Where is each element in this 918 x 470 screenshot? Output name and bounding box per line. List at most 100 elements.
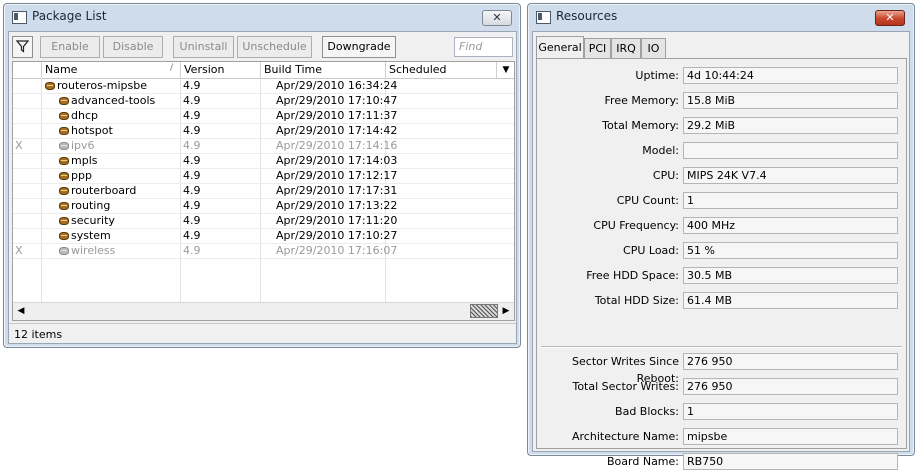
table-row[interactable]: Xipv6 4.9 Apr/29/2010 17:14:16 [13, 138, 514, 154]
build-time-cell: Apr/29/2010 17:17:31 [276, 184, 398, 197]
bad-blocks-field[interactable]: 1 [683, 403, 898, 420]
version-cell: 4.9 [183, 94, 201, 107]
resources-titlebar[interactable]: Resources ✕ [528, 4, 914, 30]
funnel-icon [16, 40, 29, 53]
general-panel: Uptime: 4d 10:44:24 Free Memory: 15.8 MiB To… [536, 58, 907, 470]
enable-button[interactable]: Enable [40, 36, 100, 58]
package-list-titlebar[interactable]: Package List ✕ [4, 4, 520, 30]
sort-indicator: / [170, 63, 174, 73]
package-icon [59, 142, 69, 150]
resources-client: General PCI IRQ IO Uptime: 4d 10:44:24 Fre… [532, 31, 910, 470]
scroll-thumb[interactable] [470, 304, 498, 318]
cpu-count-label: CPU Count: [616, 194, 679, 207]
column-name[interactable]: Name [41, 62, 180, 78]
version-cell: 4.9 [183, 139, 201, 152]
horizontal-scrollbar[interactable]: ◀ ▶ [13, 302, 514, 320]
architecture-name-field[interactable]: mipsbe [683, 428, 898, 445]
table-row[interactable]: routing 4.9 Apr/29/2010 17:13:22 [13, 198, 514, 214]
window-icon [12, 11, 27, 24]
version-cell: 4.9 [183, 214, 201, 227]
package-name: advanced-tools [71, 94, 156, 107]
window-icon [536, 11, 551, 24]
total-sector-writes-field[interactable]: 276 950 [683, 378, 898, 395]
table-row[interactable]: routeros-mipsbe 4.9 Apr/29/2010 16:34:24 [13, 78, 514, 94]
table-row[interactable]: routerboard 4.9 Apr/29/2010 17:17:31 [13, 183, 514, 199]
column-flag[interactable] [13, 62, 41, 78]
name-cell: mpls [59, 153, 189, 168]
table-row[interactable]: security 4.9 Apr/29/2010 17:11:20 [13, 213, 514, 229]
bad-blocks-label: Bad Blocks: [615, 405, 679, 418]
uninstall-button[interactable]: Uninstall [173, 36, 234, 58]
table-row[interactable]: dhcp 4.9 Apr/29/2010 17:11:37 [13, 108, 514, 124]
status-divider [9, 323, 516, 324]
package-icon [59, 247, 69, 255]
package-icon [59, 127, 69, 135]
total-memory-field[interactable]: 29.2 MiB [683, 117, 898, 134]
package-name: mpls [71, 154, 98, 167]
column-version[interactable]: Version [180, 62, 260, 78]
column-scheduled[interactable]: Scheduled [385, 62, 496, 78]
model-label: Model: [642, 144, 679, 157]
column-build-time[interactable]: Build Time [260, 62, 385, 78]
scheduled-cell [388, 243, 488, 258]
free-memory-field[interactable]: 15.8 MiB [683, 92, 898, 109]
table-row[interactable]: ppp 4.9 Apr/29/2010 17:12:17 [13, 168, 514, 184]
table-row[interactable]: hotspot 4.9 Apr/29/2010 17:14:42 [13, 123, 514, 139]
package-icon [59, 187, 69, 195]
cpu-count-field[interactable]: 1 [683, 192, 898, 209]
build-time-cell: Apr/29/2010 17:10:47 [276, 94, 398, 107]
tab-io[interactable]: IO [641, 38, 666, 58]
section-divider [541, 346, 902, 348]
name-cell: routerboard [59, 183, 189, 198]
free-hdd-space-field[interactable]: 30.5 MB [683, 267, 898, 284]
version-cell: 4.9 [183, 109, 201, 122]
package-icon [59, 217, 69, 225]
build-time-cell: Apr/29/2010 17:14:03 [276, 154, 398, 167]
cpu-frequency-field[interactable]: 400 MHz [683, 217, 898, 234]
filter-button[interactable] [12, 36, 33, 58]
scheduled-cell [388, 123, 488, 138]
cpu-field[interactable]: MIPS 24K V7.4 [683, 167, 898, 184]
board-name-field[interactable]: RB750 [683, 453, 898, 470]
flag-cell [15, 168, 35, 183]
close-button[interactable]: ✕ [875, 10, 905, 26]
uptime-field[interactable]: 4d 10:44:24 [683, 67, 898, 84]
architecture-name-label: Architecture Name: [572, 430, 679, 443]
cpu-load-field[interactable]: 51 % [683, 242, 898, 259]
model-field[interactable] [683, 142, 898, 159]
version-cell: 4.9 [183, 199, 201, 212]
sector-writes-since-reboot-field[interactable]: 276 950 [683, 353, 898, 370]
package-icon [59, 232, 69, 240]
tab-general[interactable]: General [536, 36, 584, 58]
tab-irq[interactable]: IRQ [611, 38, 641, 58]
scheduled-cell [388, 228, 488, 243]
table-row[interactable]: Xwireless 4.9 Apr/29/2010 17:16:07 [13, 243, 514, 259]
scroll-right-arrow[interactable]: ▶ [500, 305, 512, 317]
package-name: wireless [71, 244, 116, 257]
package-name: ppp [71, 169, 92, 182]
tab-pci[interactable]: PCI [584, 38, 611, 58]
total-hdd-size-field[interactable]: 61.4 MB [683, 292, 898, 309]
build-time-cell: Apr/29/2010 17:12:17 [276, 169, 398, 182]
package-name: routeros-mipsbe [57, 79, 148, 92]
version-cell: 4.9 [183, 124, 201, 137]
name-cell: security [59, 213, 189, 228]
package-icon [59, 172, 69, 180]
unschedule-button[interactable]: Unschedule [237, 36, 312, 58]
find-input[interactable]: Find [454, 37, 513, 57]
table-header: Name / Version Build Time Scheduled ▼ [13, 62, 514, 79]
close-button[interactable]: ✕ [482, 10, 512, 26]
flag-cell [15, 183, 35, 198]
table-row[interactable]: mpls 4.9 Apr/29/2010 17:14:03 [13, 153, 514, 169]
table-row[interactable]: system 4.9 Apr/29/2010 17:10:27 [13, 228, 514, 244]
downgrade-button[interactable]: Downgrade [322, 36, 396, 58]
scroll-left-arrow[interactable]: ◀ [15, 305, 27, 317]
scheduled-cell [388, 213, 488, 228]
table-row[interactable]: advanced-tools 4.9 Apr/29/2010 17:10:47 [13, 93, 514, 109]
scheduled-cell [388, 108, 488, 123]
scheduled-cell [388, 93, 488, 108]
scheduled-cell [388, 198, 488, 213]
disable-button[interactable]: Disable [103, 36, 163, 58]
version-cell: 4.9 [183, 244, 201, 257]
column-menu-button[interactable]: ▼ [496, 62, 514, 78]
